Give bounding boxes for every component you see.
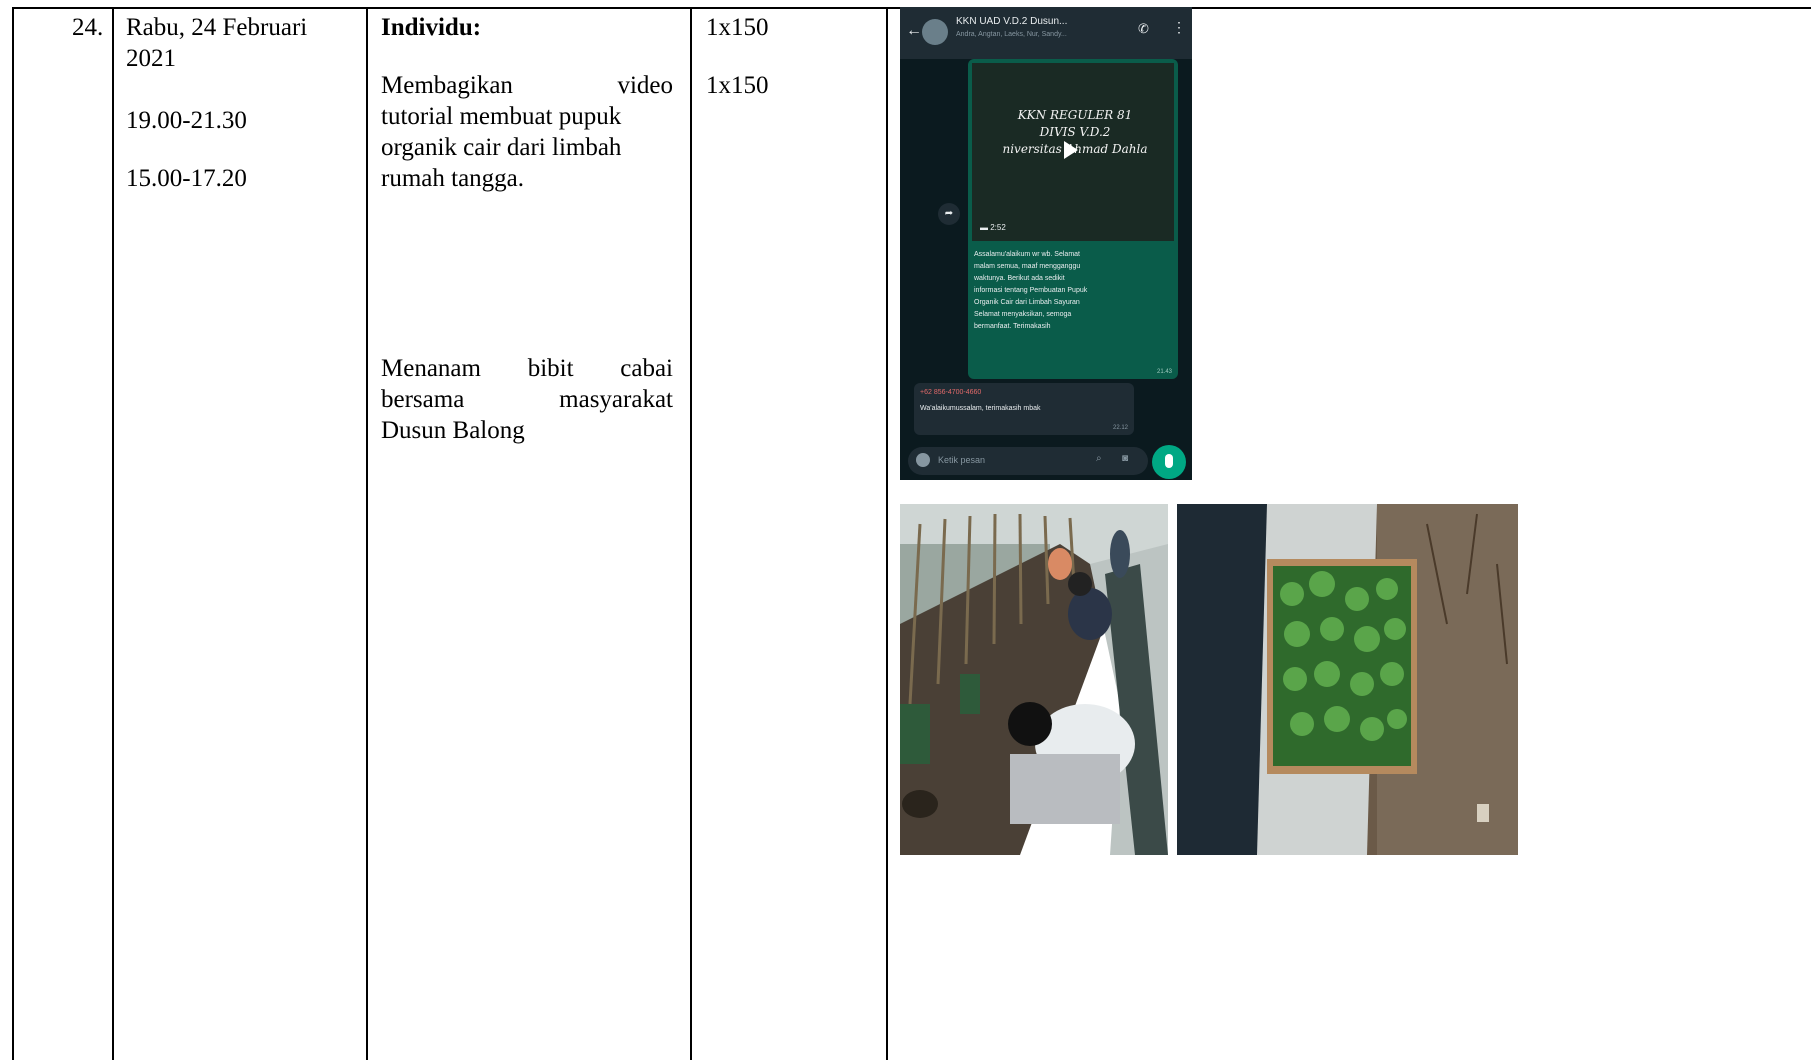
col-border-4	[886, 7, 888, 1060]
camera-icon[interactable]: ◙	[1122, 453, 1128, 464]
volume-1: 1x150	[706, 14, 769, 41]
video-duration: ▬ 2:52	[980, 223, 1006, 232]
message-line: Selamat menyaksikan, semoga	[974, 311, 1072, 318]
video-bubble: KKN REGULER 81 DIVIS V.D.2 niversitas Ah…	[968, 59, 1178, 379]
message-line: Organik Cair dari Limbah Sayuran	[974, 299, 1080, 306]
field-planting-photo	[900, 504, 1168, 855]
message-text: Assalamu'alaikum wr wb. Selamat malam se…	[974, 249, 1172, 333]
col-border-3	[690, 7, 692, 1060]
field-planting-illustration	[900, 504, 1168, 855]
video-title-line-2: DIVIS V.D.2	[1039, 125, 1111, 139]
message-time: 21.43	[1156, 369, 1172, 375]
message-line: malam semua, maaf mengganggu	[974, 263, 1081, 270]
message-line: waktunya. Berikut ada sedikit	[974, 275, 1065, 282]
activity-word: masyarakat	[559, 386, 673, 413]
video-thumbnail: KKN REGULER 81 DIVIS V.D.2 niversitas Ah…	[972, 63, 1174, 241]
video-title-line-1: KKN REGULER 81	[1017, 108, 1133, 122]
activity-line: Dusun Balong	[381, 417, 525, 444]
seedling-tray-illustration	[1177, 504, 1518, 855]
activity-line: organik cair dari limbah	[381, 134, 622, 161]
reply-time: 22.12	[1112, 425, 1128, 431]
col-border-left	[12, 7, 14, 1060]
seedling-tray-photo	[1177, 504, 1518, 855]
chat-header: ← KKN UAD V.D.2 Dusun... Andra, Angtan, …	[900, 7, 1192, 59]
whatsapp-screenshot: ← KKN UAD V.D.2 Dusun... Andra, Angtan, …	[900, 7, 1192, 480]
message-line: Assalamu'alaikum wr wb. Selamat	[974, 251, 1080, 258]
day-date-line-2: 2021	[126, 45, 176, 72]
activity-line: bersama masyarakat	[381, 384, 673, 415]
group-members: Andra, Angtan, Laeks, Nur, Sandy...	[956, 31, 1067, 38]
activity-2: Menanam bibit cabai bersama masyarakat Dusun …	[381, 353, 673, 446]
category-label: Individu:	[381, 14, 482, 41]
forward-icon: ➦	[938, 203, 960, 225]
group-avatar	[922, 19, 948, 45]
activity-word: bibit	[527, 355, 574, 382]
col-border-1	[112, 7, 114, 1060]
row-number: 24.	[72, 14, 104, 41]
activity-word: bersama	[381, 386, 465, 413]
play-icon	[1064, 141, 1078, 159]
reply-bubble: +62 856-4700-4660 Wa'alaikumussalam, ter…	[914, 383, 1134, 435]
mic-button[interactable]	[1152, 445, 1186, 479]
activity-line: Menanam bibit cabai	[381, 353, 673, 384]
emoji-icon[interactable]	[916, 453, 930, 467]
menu-dots-icon: ⋮	[1172, 19, 1186, 35]
video-duration-text: 2:52	[990, 223, 1006, 232]
message-line: bermanfaat. Terimakasih	[974, 323, 1051, 330]
group-name: KKN UAD V.D.2 Dusun...	[956, 16, 1068, 27]
time-slot-1: 19.00-21.30	[126, 107, 247, 134]
col-border-2	[366, 7, 368, 1060]
mic-icon	[1165, 454, 1173, 468]
day-date-line-1: Rabu, 24 Februari	[126, 14, 308, 41]
activity-line: Membagikan video	[381, 70, 673, 101]
message-line: informasi tentang Pembuatan Pupuk	[974, 287, 1088, 294]
message-input[interactable]: Ketik pesan ⌕ ◙	[908, 447, 1148, 475]
reply-text: Wa'alaikumussalam, terimakasih mbak	[920, 405, 1041, 412]
activity-line: rumah tangga.	[381, 165, 525, 192]
reply-sender: +62 856-4700-4660	[920, 389, 982, 396]
call-icon: ✆	[1138, 21, 1149, 36]
time-slot-2: 15.00-17.20	[126, 165, 247, 192]
activity-word: cabai	[620, 355, 673, 382]
activity-word: Membagikan	[381, 72, 513, 99]
activity-word: video	[617, 72, 673, 99]
attach-icon[interactable]: ⌕	[1096, 453, 1102, 464]
activity-1: Membagikan video tutorial membuat pupuk org…	[381, 70, 673, 194]
back-arrow-icon: ←	[906, 22, 922, 39]
day-date: Rabu, 24 Februari 2021	[126, 12, 307, 74]
activity-word: Menanam	[381, 355, 481, 382]
activity-line: tutorial membuat pupuk	[381, 103, 622, 130]
volume-2: 1x150	[706, 72, 769, 99]
input-placeholder: Ketik pesan	[938, 455, 986, 465]
video-camera-icon: ▬	[980, 223, 991, 232]
